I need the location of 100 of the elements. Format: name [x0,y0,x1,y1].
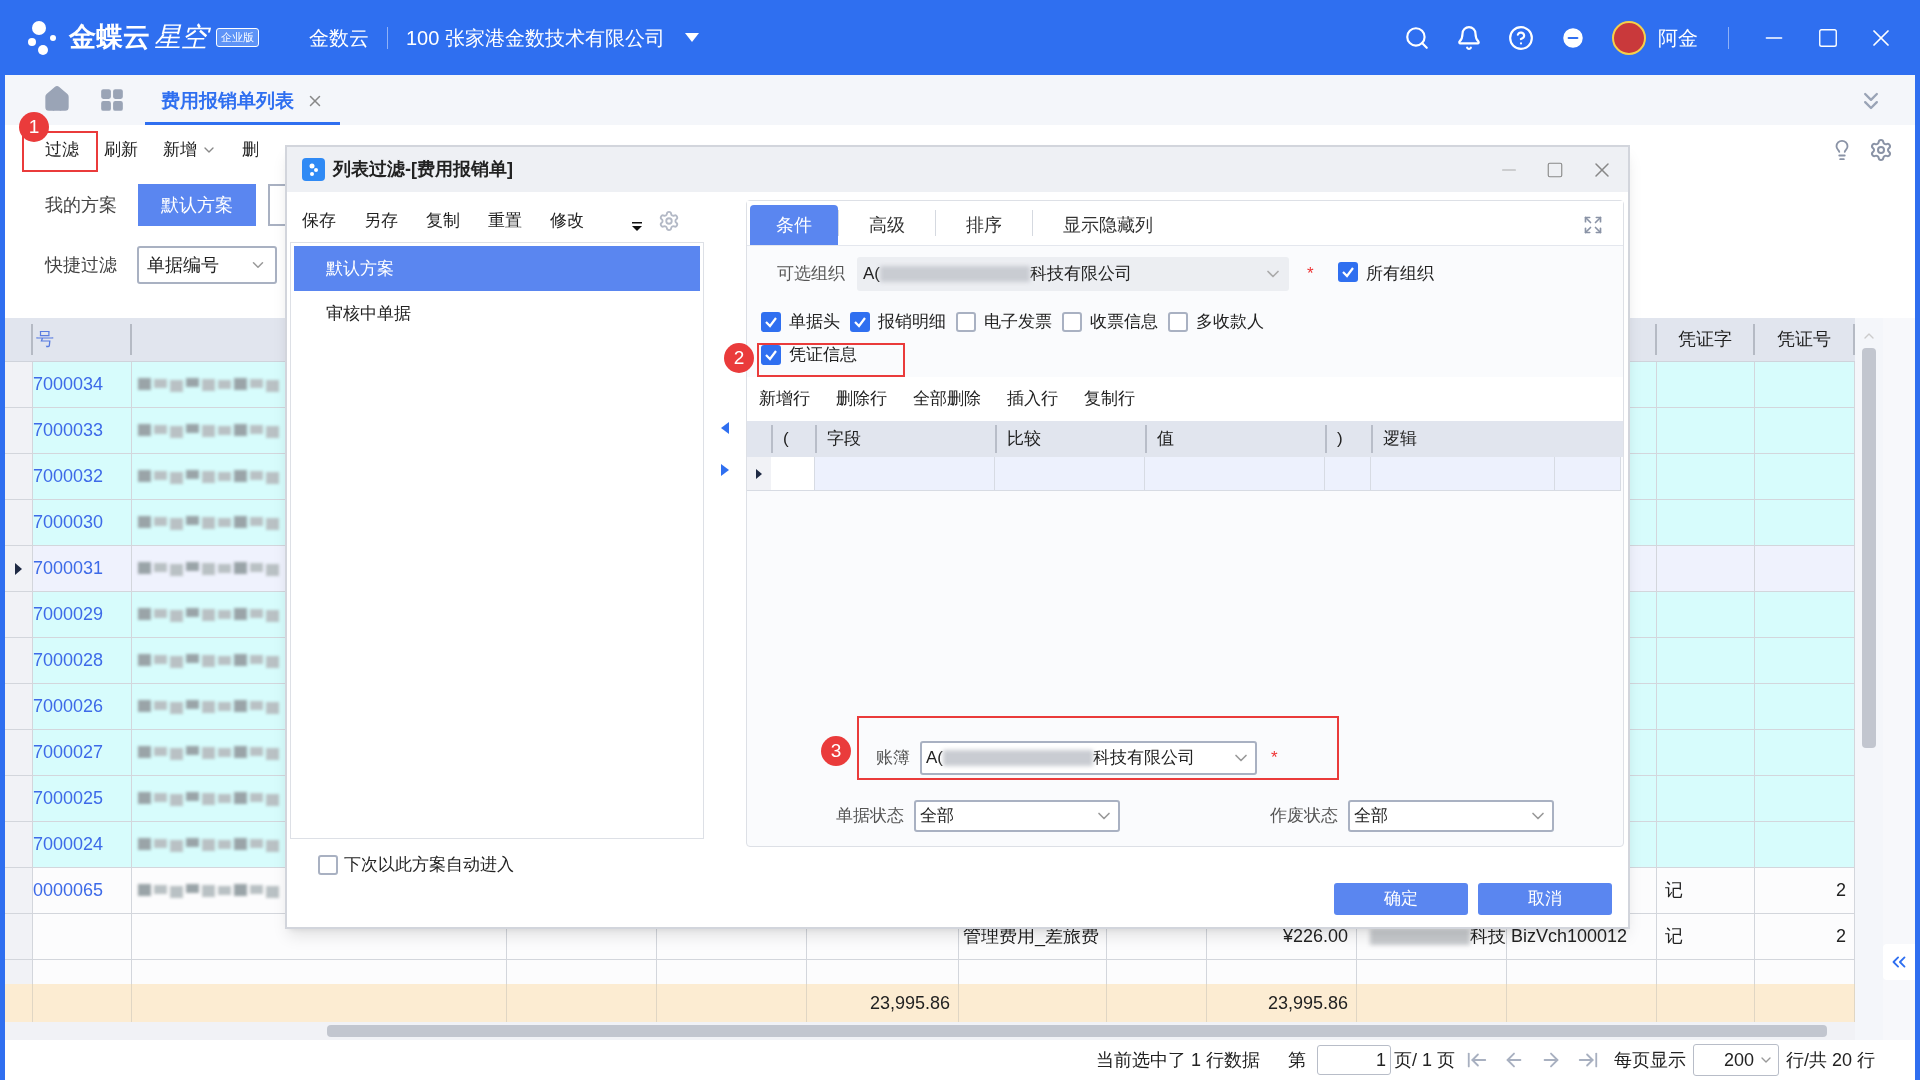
bill-number-link[interactable]: 7000026 [33,693,104,720]
dialog-icon [302,158,325,181]
bill-number-link[interactable]: 7000028 [33,647,104,674]
brand-name: 金蝶云 [69,21,150,55]
quick-filter-label: 快捷过滤 [45,253,117,277]
grid-tool-button[interactable]: 复制行 [1084,386,1135,412]
column-header[interactable]: 值 [1157,426,1174,452]
section-checkbox[interactable] [1062,311,1082,332]
column-header[interactable]: 逻辑 [1383,426,1417,452]
status-select[interactable]: 全部 [914,800,1120,832]
filter-tab[interactable]: 显示隐藏列 [1039,205,1177,245]
expand-right-icon[interactable] [721,464,729,476]
per-page-label: 每页显示 [1613,1048,1686,1072]
bill-number-link[interactable]: 7000027 [33,739,104,766]
column-header[interactable]: ( [783,426,789,452]
search-icon[interactable] [1404,24,1430,51]
scheme-tool-button[interactable]: 修改 [550,208,584,234]
bell-icon[interactable] [1456,24,1482,51]
bill-number-link[interactable]: 7000025 [33,785,104,812]
maximize-icon[interactable] [1546,160,1564,179]
row-header-cell[interactable] [5,684,33,730]
scheme-tool-button[interactable]: 重置 [488,208,522,234]
grid-tool-button[interactable]: 删除行 [836,386,887,412]
row-header-cell[interactable] [5,914,33,960]
collapse-left-icon[interactable] [721,422,729,434]
table-cell: 2 [1755,914,1855,960]
section-checkbox[interactable] [1168,311,1188,332]
scheme-tool-button[interactable]: 保存 [302,208,336,234]
more-icon[interactable] [632,222,642,232]
maximize-icon[interactable] [1817,26,1839,49]
row-header-cell[interactable] [5,776,33,822]
condition-row[interactable] [747,457,1621,491]
checkbox-label: 下次以此方案自动进入 [344,854,514,876]
row-header-cell[interactable] [5,592,33,638]
help-icon[interactable] [1508,24,1534,51]
settings-icon[interactable] [658,210,680,232]
apps-icon[interactable] [99,87,125,113]
scheme-tool-button[interactable]: 另存 [364,208,398,234]
all-orgs-checkbox[interactable] [1337,261,1358,282]
bill-number-link[interactable]: 7000033 [33,417,104,444]
user-name[interactable]: 阿金 [1658,22,1698,53]
row-header-cell[interactable] [5,454,33,500]
grid-tool-button[interactable]: 全部删除 [913,386,981,412]
row-header-cell[interactable] [5,822,33,868]
checkbox-label: 凭证信息 [789,343,857,366]
toolbar-button[interactable]: 刷新 [104,137,138,163]
row-header-cell[interactable] [5,546,33,592]
field-label: 可选组织 [777,262,845,285]
bill-number-link[interactable]: 7000031 [33,555,104,582]
scheme-tool-button[interactable]: 复制 [426,208,460,234]
horizontal-scrollbar[interactable] [327,1025,1827,1037]
column-header[interactable]: 凭证号 [1777,326,1831,353]
column-header[interactable]: ) [1337,426,1343,452]
void-status-select[interactable]: 全部 [1348,800,1554,832]
row-header-cell[interactable] [5,730,33,776]
column-header[interactable]: 比较 [1007,426,1041,452]
home-icon[interactable] [43,85,71,113]
bill-number-link[interactable]: 0000065 [33,877,104,904]
table-cell: 记 [1657,914,1755,960]
ledger-select[interactable]: A( 科技有限公司 [920,741,1257,775]
toolbar-button[interactable]: 新增 [163,137,217,163]
bill-number-link[interactable]: 7000029 [33,601,104,628]
per-page-select[interactable]: 200 [1692,1044,1779,1076]
quick-filter-select[interactable]: 单据编号 [137,246,277,284]
vertical-scrollbar[interactable] [1862,348,1876,748]
bill-number-link[interactable]: 7000032 [33,463,104,490]
bill-number-link[interactable]: 7000034 [33,371,104,398]
section-checkbox[interactable] [956,311,976,332]
row-header-cell[interactable] [5,638,33,684]
expand-panel-button[interactable] [1883,944,1915,980]
grid-tool-button[interactable]: 插入行 [1007,386,1058,412]
dialog-title: 列表过滤-[费用报销单] [333,158,513,181]
auto-enter-checkbox[interactable] [318,854,338,875]
column-header[interactable]: 凭证字 [1678,326,1732,353]
table-cell: 2 [1755,868,1855,914]
section-checkbox[interactable] [761,311,781,332]
section-checkbox[interactable] [761,344,781,365]
filter-tab[interactable]: 排序 [942,205,1026,245]
toolbar-button[interactable]: 删 [242,137,259,163]
bill-number-link[interactable]: 7000030 [33,509,104,536]
org-select[interactable]: A( 科技有限公司 [857,256,1289,291]
fullscreen-icon[interactable] [1583,215,1603,235]
scheme-list-item[interactable]: 审核中单据 [294,291,700,336]
row-header-cell[interactable] [5,500,33,546]
field-value: A( 科技有限公司 [863,262,1132,285]
page-field[interactable]: 1 [1316,1045,1391,1075]
column-header[interactable]: 字段 [827,426,861,452]
settings-icon[interactable] [1869,138,1893,162]
bill-number-link[interactable]: 7000024 [33,831,104,858]
filter-tab[interactable]: 高级 [845,205,929,245]
avatar[interactable] [1612,20,1646,55]
row-header-cell[interactable] [5,868,33,914]
section-checkbox[interactable] [850,311,870,332]
step-marker: 1 [19,112,49,142]
grid-tool-button[interactable]: 新增行 [759,386,810,412]
page-tab[interactable]: 费用报销单列表 [145,80,340,125]
org-selector[interactable]: 100 张家港金数技术有限公司 [406,22,699,53]
checkbox-label: 多收款人 [1196,310,1264,333]
row-header-cell[interactable] [5,362,33,408]
row-header-cell[interactable] [5,408,33,454]
